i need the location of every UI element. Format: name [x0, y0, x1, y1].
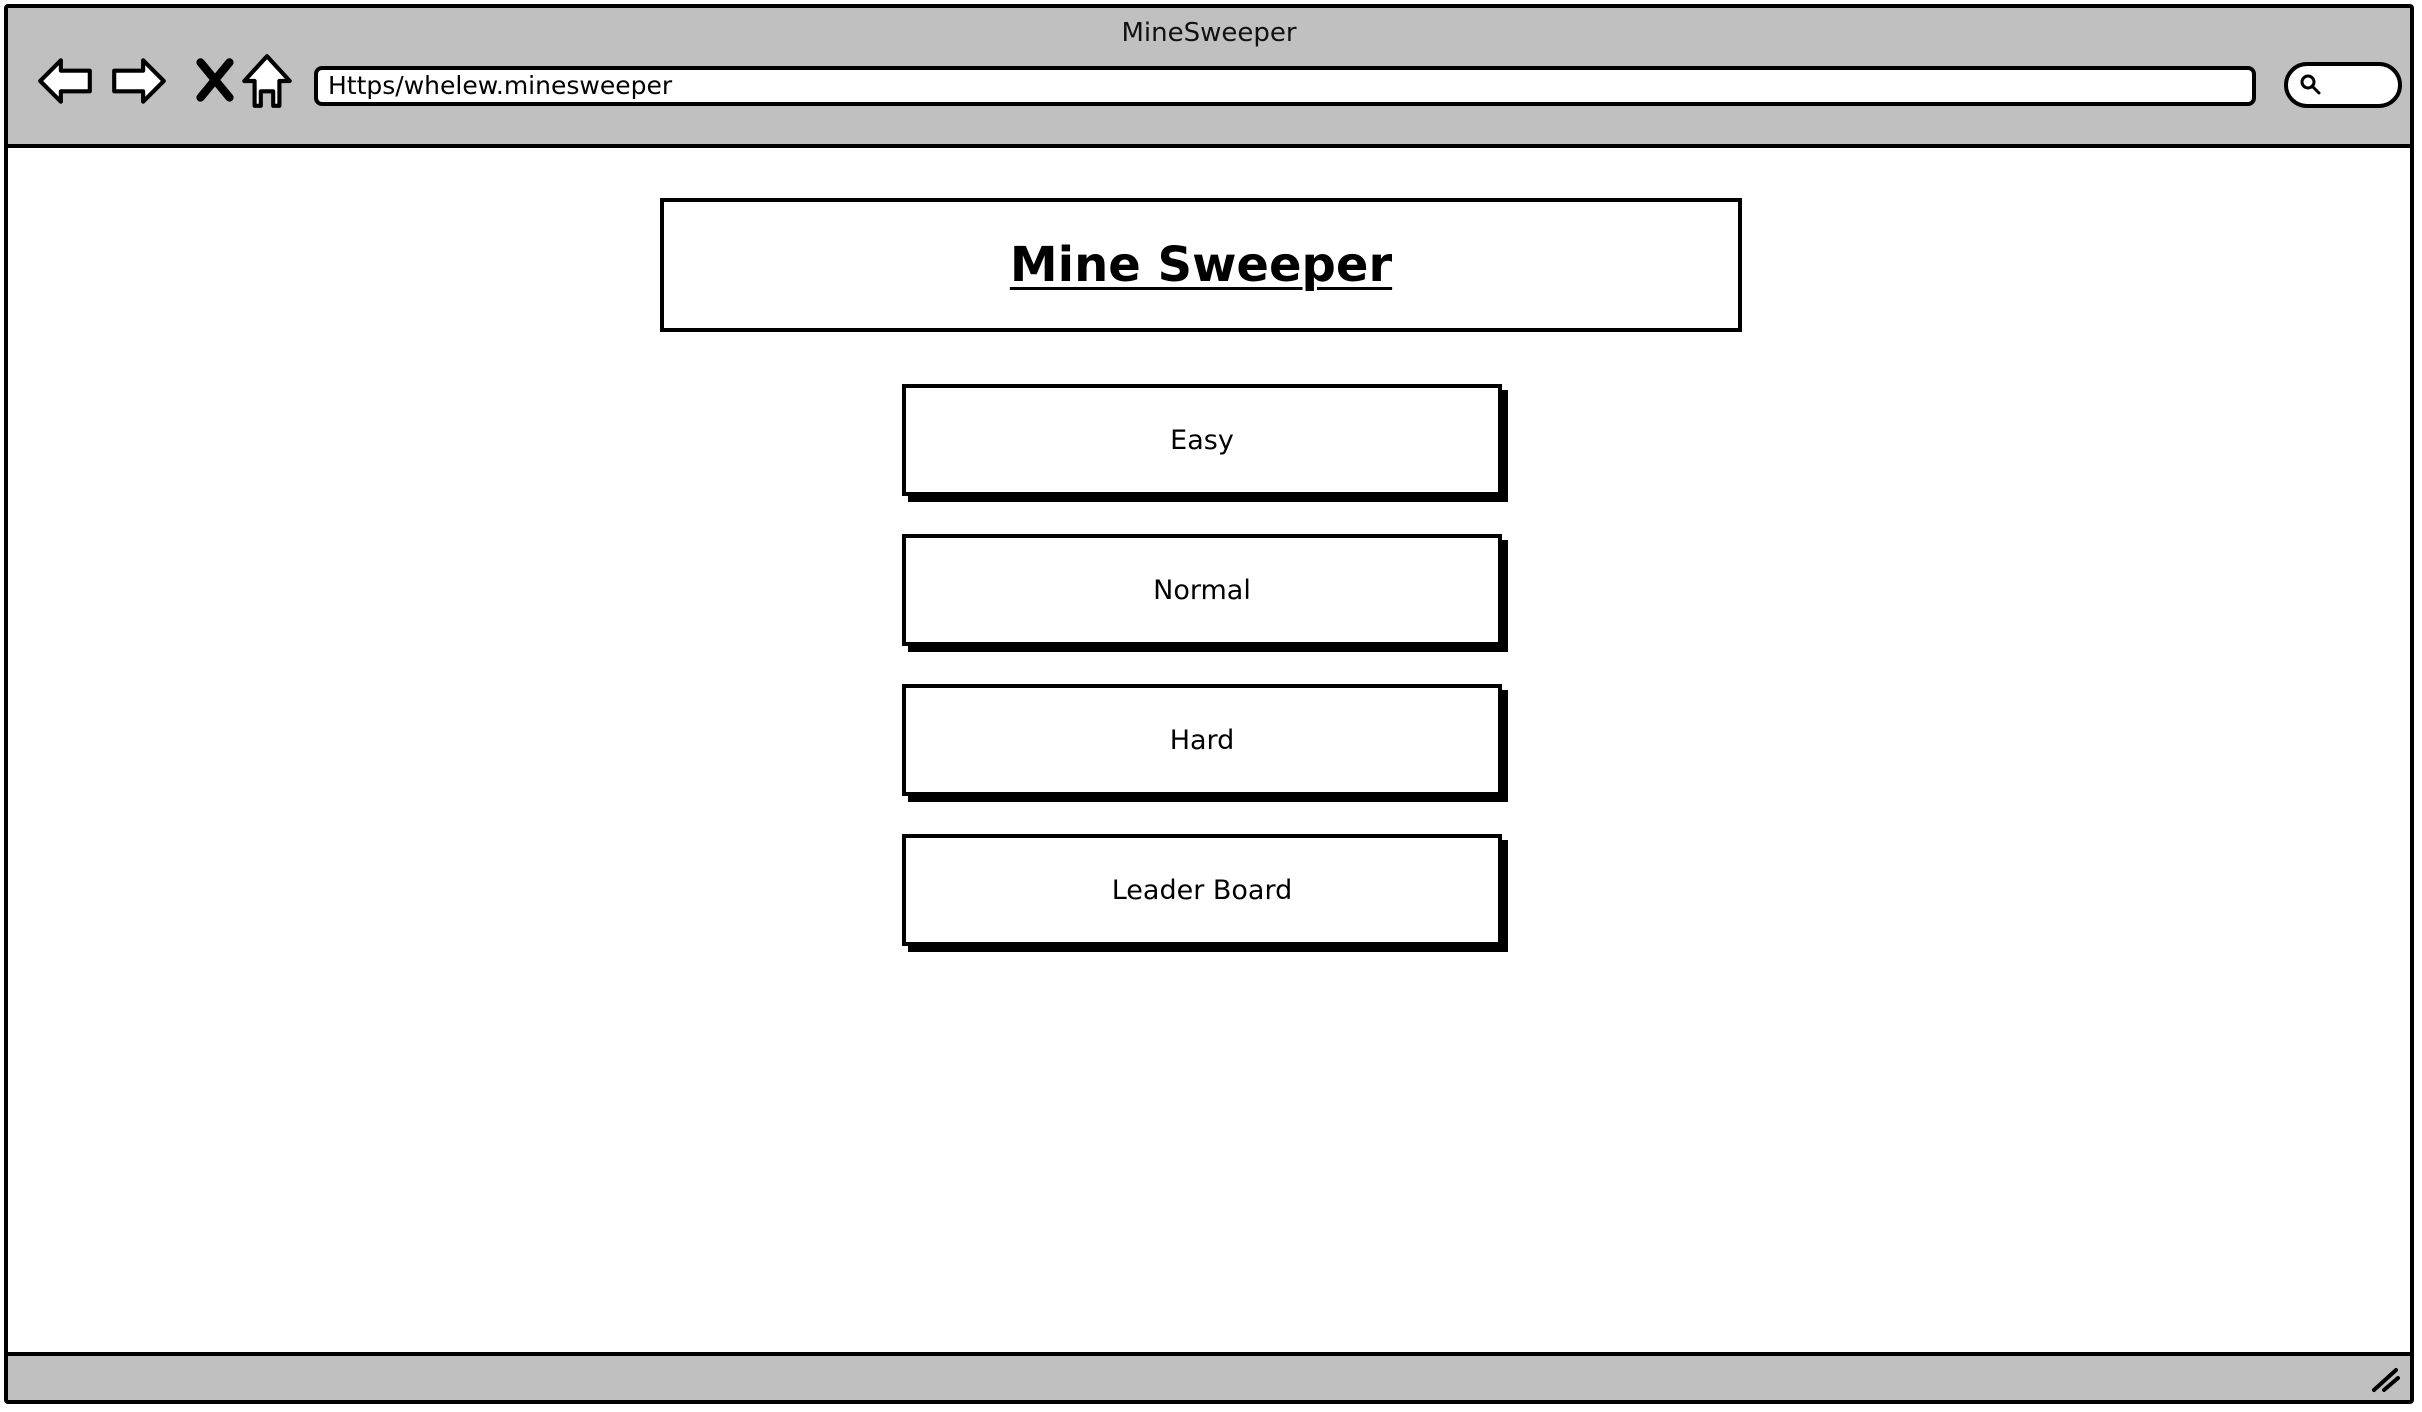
browser-window: MineSweeper Https/whelew.minesweeper Min…: [4, 4, 2414, 1404]
forward-arrow-icon[interactable]: [108, 50, 170, 112]
search-icon: [2300, 74, 2321, 95]
home-icon[interactable]: [236, 50, 298, 112]
hard-button[interactable]: Hard: [902, 684, 1502, 796]
back-arrow-icon[interactable]: [34, 50, 96, 112]
leader-board-button[interactable]: Leader Board: [902, 834, 1502, 946]
search-button[interactable]: [2284, 62, 2402, 108]
browser-toolbar: MineSweeper Https/whelew.minesweeper: [8, 8, 2410, 148]
easy-button[interactable]: Easy: [902, 384, 1502, 496]
normal-button[interactable]: Normal: [902, 534, 1502, 646]
resize-grip-icon[interactable]: [2368, 1364, 2402, 1394]
status-bar: [8, 1352, 2410, 1400]
page-title: Mine Sweeper: [1009, 237, 1393, 293]
window-title: MineSweeper: [1121, 18, 1297, 48]
address-bar[interactable]: Https/whelew.minesweeper: [314, 66, 2256, 106]
title-panel: Mine Sweeper: [660, 198, 1742, 332]
